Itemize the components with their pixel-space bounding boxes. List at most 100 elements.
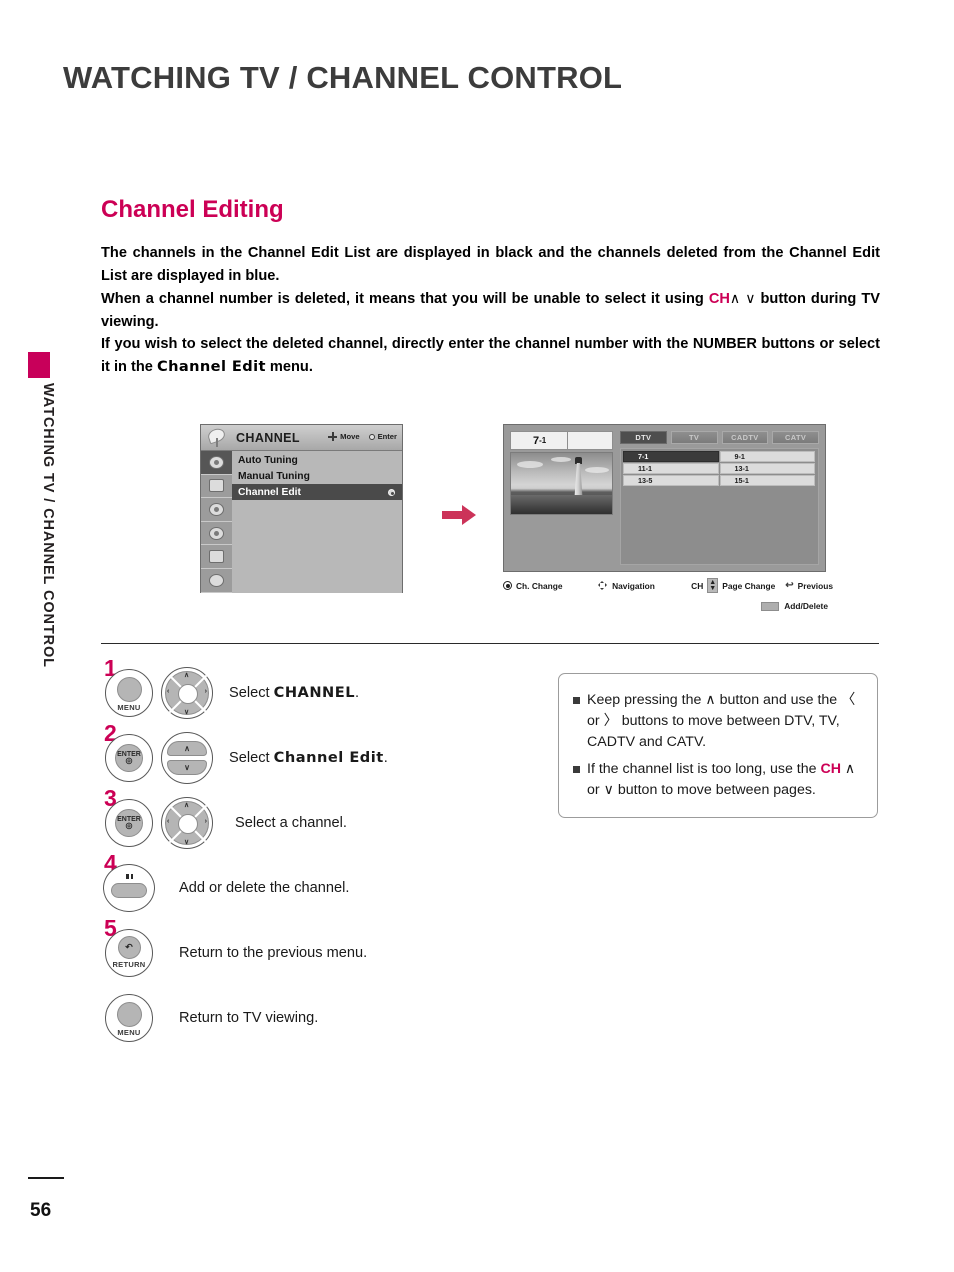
return-button-label: RETURN (112, 960, 146, 969)
up-arrow-icon: ∧ (844, 761, 856, 777)
ch-label: CH (820, 761, 841, 777)
legend-label: Page Change (722, 580, 776, 591)
body-copy: The channels in the Channel Edit List ar… (101, 242, 880, 378)
hint-enter-label: Enter (377, 432, 397, 441)
current-channel-minor: -1 (539, 436, 547, 445)
pill-button-cap (111, 883, 147, 898)
step-row-2: 2 ENTER ◎ ∧ ∨ Select Channel Edit. (101, 722, 521, 790)
tab-cadtv[interactable]: CADTV (721, 431, 769, 444)
four-way-wheel[interactable]: ∧ ∨ ‹ › (161, 796, 213, 849)
ch-up-arrow-icon: ∧ (729, 290, 741, 306)
channel-cell[interactable]: 13-5 (623, 475, 719, 486)
steps-list: 1 MENU ∧ ∨ ‹ › Select CHANNEL. 2 ENTER ◎… (101, 657, 521, 1050)
menu-button[interactable]: MENU (105, 993, 153, 1042)
side-running-head: WATCHING TV / CHANNEL CONTROL (40, 383, 56, 668)
channel-cell[interactable]: 9-1 (719, 451, 815, 462)
return-arrow-icon: ↩ (785, 580, 794, 591)
step-text-emphasis: CHANNEL (273, 683, 356, 701)
hint-enter: Enter (368, 432, 397, 441)
channel-cell[interactable]: 7-1 (623, 451, 719, 462)
osd-menu-item-channel-edit[interactable]: Channel Edit (232, 484, 402, 500)
enter-button-cap: ENTER ◎ (115, 743, 143, 772)
menu-button-label: MENU (117, 702, 141, 712)
return-button[interactable]: ↶ RETURN (105, 928, 153, 977)
channel-cell[interactable]: 13-1 (719, 463, 815, 474)
rail-item-time[interactable] (201, 522, 232, 546)
rocker-down-icon[interactable]: ∨ (167, 759, 207, 775)
channel-row: 7-1 9-1 (623, 451, 816, 462)
osd-menu-title: CHANNEL (236, 430, 300, 445)
note-text-or: or (587, 713, 604, 729)
note-text-c: buttons to move between DTV, TV, CADTV a… (587, 713, 840, 750)
osd-menu-item-manual-tuning[interactable]: Manual Tuning (232, 468, 402, 484)
pause-dots-icon (126, 873, 134, 879)
left-arrow-icon: 〈 (841, 692, 856, 708)
note-text-b: button and use the (715, 692, 842, 708)
osd-channel-grid: 7-1 9-1 11-1 13-1 13-5 15-1 (620, 448, 819, 565)
rail-item-lock[interactable] (201, 569, 232, 593)
note-box: Keep pressing the ∧ button and use the 〈… (558, 673, 878, 818)
osd-legend-row: Ch. Change Navigation CH ▲ ▼ Page Change … (503, 578, 833, 593)
legend-previous: ↩ Previous (785, 580, 833, 591)
tab-catv[interactable]: CATV (772, 431, 819, 444)
move-arrows-icon (328, 432, 338, 441)
footer-rule (28, 1177, 64, 1179)
hint-move-label: Move (340, 432, 360, 441)
note-item-1: Keep pressing the ∧ button and use the 〈… (573, 690, 863, 753)
rocker-up-icon[interactable]: ∧ (167, 740, 207, 756)
ch-label: CH (708, 291, 730, 307)
down-arrow-icon: ∨ (603, 782, 614, 798)
page-title: WATCHING TV / CHANNEL CONTROL (63, 60, 623, 95)
osd-menu-list: Auto Tuning Manual Tuning Channel Edit (232, 451, 402, 593)
enter-target-icon: ◎ (125, 756, 133, 765)
osd-menu-item-label: Manual Tuning (238, 470, 310, 482)
color-button-swatch-icon (761, 601, 780, 611)
osd-channel-menu-figure: CHANNEL Move Enter Auto Tuning Manual Tu… (200, 424, 403, 593)
picture-icon (209, 455, 224, 469)
pill-button[interactable] (103, 863, 155, 912)
tab-dtv[interactable]: DTV (620, 431, 667, 444)
legend-label: Ch. Change (516, 580, 563, 591)
osd-preview-column: 7 -1 (510, 431, 613, 565)
legend-add-delete-label: Add/Delete (784, 601, 828, 611)
step-row-menu-exit: MENU Return to TV viewing. (101, 985, 521, 1050)
osd-legend: Ch. Change Navigation CH ▲ ▼ Page Change … (503, 578, 833, 611)
right-arrow-icon: 〉 (603, 713, 618, 729)
paragraph-1-text: The channels in the Channel Edit List ar… (101, 245, 880, 284)
osd-channel-list-column: DTV TV CADTV CATV 7-1 9-1 11-1 13-1 13-5… (620, 431, 819, 565)
channel-cell[interactable]: 15-1 (719, 475, 815, 486)
tab-label: CADTV (731, 433, 759, 442)
rail-item-option[interactable] (201, 545, 232, 569)
menu-button[interactable]: MENU (105, 668, 153, 717)
enter-button[interactable]: ENTER ◎ (105, 733, 153, 782)
tab-label: TV (689, 433, 700, 442)
legend-prefix: CH (691, 580, 704, 591)
menu-button-label: MENU (117, 1027, 141, 1037)
osd-menu-hints: Move Enter (328, 432, 397, 441)
legend-navigation: Navigation (597, 580, 691, 591)
ch-down-arrow-icon: ∨ (745, 290, 756, 306)
step-row-1: 1 MENU ∧ ∨ ‹ › Select CHANNEL. (101, 657, 521, 725)
note-text-b: button to move between pages. (613, 782, 816, 798)
section-heading: Channel Editing (101, 196, 284, 223)
rail-item-audio[interactable] (201, 498, 232, 522)
current-channel-badge: 7 -1 (510, 431, 613, 450)
rail-item-screen[interactable] (201, 475, 232, 499)
osd-menu-item-auto-tuning[interactable]: Auto Tuning (232, 452, 402, 468)
tab-label: DTV (635, 433, 652, 442)
paragraph-3: If you wish to select the deleted channe… (101, 333, 880, 378)
paragraph-2: When a channel number is deleted, it mea… (101, 287, 880, 333)
note-item-1-text: Keep pressing the ∧ button and use the 〈… (587, 690, 863, 753)
up-down-rocker[interactable]: ∧ ∨ (161, 731, 213, 784)
channel-cell[interactable]: 11-1 (623, 463, 719, 474)
tab-label: CATV (785, 433, 807, 442)
lighthouse-preview-image (510, 452, 613, 515)
four-way-wheel[interactable]: ∧ ∨ ‹ › (161, 666, 213, 719)
rail-item-picture[interactable] (201, 451, 232, 475)
tab-tv[interactable]: TV (670, 431, 718, 444)
enter-button[interactable]: ENTER ◎ (105, 798, 153, 847)
osd-menu-item-label: Auto Tuning (238, 454, 298, 466)
note-item-2: If the channel list is too long, use the… (573, 759, 863, 801)
wheel-up-icon: ∧ (184, 671, 190, 679)
channel-row: 13-5 15-1 (623, 475, 816, 486)
